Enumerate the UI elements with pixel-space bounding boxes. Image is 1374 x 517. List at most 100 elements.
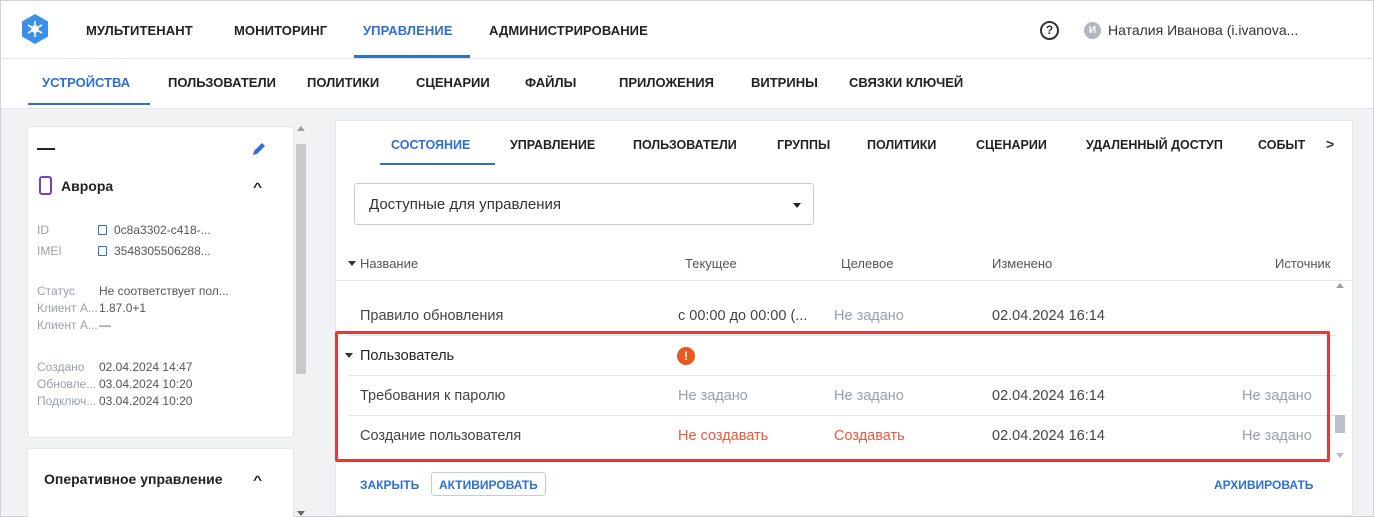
- detail-tab-management[interactable]: УПРАВЛЕНИЕ: [510, 138, 595, 152]
- row-name: Требования к паролю: [360, 388, 506, 404]
- table-scrollbar-thumb[interactable]: [1335, 415, 1345, 433]
- row-target: Создавать: [834, 428, 905, 444]
- info-value-status: Не соответствует пол...: [99, 284, 229, 298]
- device-info-card: Аврора ^ ID 0c8a3302-c418-... IMEI 35483…: [27, 126, 294, 438]
- collapse-operational-chevron-up-icon[interactable]: ^: [253, 473, 262, 487]
- filter-select-value: Доступные для управления: [369, 196, 562, 213]
- alert-icon: !: [677, 347, 695, 365]
- scroll-down-arrow-icon[interactable]: [297, 511, 305, 516]
- sub-tab-showcases[interactable]: ВИТРИНЫ: [751, 75, 818, 90]
- edit-pencil-icon[interactable]: [250, 140, 268, 158]
- sub-tab-active-indicator: [28, 103, 150, 105]
- top-tab-administration[interactable]: АДМИНИСТРИРОВАНИЕ: [489, 23, 648, 38]
- detail-tab-policies[interactable]: ПОЛИТИКИ: [867, 138, 936, 152]
- column-header-changed[interactable]: Изменено: [992, 256, 1052, 271]
- left-scrollbar-thumb[interactable]: [296, 144, 306, 374]
- archive-button[interactable]: АРХИВИРОВАТЬ: [1214, 478, 1313, 492]
- table-row[interactable]: Правило обновления с 00:00 до 00:00 (...…: [336, 296, 1336, 336]
- sub-tab-applications[interactable]: ПРИЛОЖЕНИЯ: [619, 75, 714, 90]
- info-key-client-extra: Клиент А...: [37, 318, 98, 332]
- close-button[interactable]: ЗАКРЫТЬ: [360, 478, 419, 492]
- group-expand-caret-icon[interactable]: [345, 353, 353, 358]
- detail-tab-active-indicator: [380, 163, 495, 165]
- detail-tab-events[interactable]: СОБЫТ: [1258, 138, 1305, 152]
- dropdown-caret-icon: [793, 203, 801, 208]
- row-source: Не задано: [1242, 428, 1312, 444]
- row-source: Не задано: [1242, 388, 1312, 404]
- operational-management-card[interactable]: Оперативное управление ^: [27, 448, 294, 517]
- sub-tab-devices[interactable]: УСТРОЙСТВА: [42, 75, 130, 90]
- info-value-client-extra: —: [99, 318, 111, 332]
- row-changed: 02.04.2024 16:14: [992, 308, 1105, 324]
- info-key-imei: IMEI: [37, 244, 62, 258]
- device-os-name: Аврора: [61, 178, 114, 194]
- detail-tab-remote-access[interactable]: УДАЛЕННЫЙ ДОСТУП: [1086, 138, 1223, 152]
- table-scroll-up-arrow-icon[interactable]: [1336, 283, 1344, 288]
- column-header-current[interactable]: Текущее: [685, 256, 737, 271]
- help-icon[interactable]: ?: [1040, 21, 1059, 40]
- detail-tab-groups[interactable]: ГРУППЫ: [777, 138, 830, 152]
- info-key-created: Создано: [37, 360, 85, 374]
- sub-tab-scenarios[interactable]: СЦЕНАРИИ: [416, 75, 490, 90]
- top-tab-monitoring[interactable]: МОНИТОРИНГ: [234, 23, 327, 38]
- operational-management-title: Оперативное управление: [44, 471, 223, 487]
- detail-tab-state[interactable]: СОСТОЯНИЕ: [391, 138, 470, 152]
- scroll-up-arrow-icon[interactable]: [297, 126, 305, 131]
- row-target: Не задано: [834, 388, 904, 404]
- table-scroll-down-arrow-icon[interactable]: [1336, 453, 1344, 458]
- left-scrollbar[interactable]: [296, 126, 306, 517]
- user-name[interactable]: Наталия Иванова (i.ivanova...: [1108, 22, 1298, 38]
- column-header-name[interactable]: Название: [360, 256, 418, 271]
- column-header-source[interactable]: Источник: [1275, 256, 1331, 271]
- table-header: Название Текущее Целевое Изменено Источн…: [336, 246, 1354, 281]
- info-value-created: 02.04.2024 14:47: [99, 360, 193, 374]
- top-tab-management[interactable]: УПРАВЛЕНИЕ: [363, 23, 453, 38]
- app-window: МУЛЬТИТЕНАНТ МОНИТОРИНГ УПРАВЛЕНИЕ АДМИН…: [0, 0, 1374, 517]
- table-row[interactable]: Создание пользователя Не создавать Созда…: [336, 416, 1336, 456]
- collapse-device-chevron-up-icon[interactable]: ^: [253, 180, 262, 194]
- group-name: Пользователь: [360, 348, 455, 364]
- copy-id-icon[interactable]: [98, 225, 107, 235]
- info-value-id: 0c8a3302-c418-...: [114, 223, 211, 237]
- activate-button[interactable]: АКТИВИРОВАТЬ: [431, 472, 546, 496]
- top-navigation-bar: МУЛЬТИТЕНАНТ МОНИТОРИНГ УПРАВЛЕНИЕ АДМИН…: [1, 1, 1373, 59]
- info-key-connected: Подключ...: [37, 394, 97, 408]
- device-phone-icon: [39, 176, 52, 195]
- table-group-row[interactable]: Пользователь !: [336, 336, 1336, 376]
- row-current: с 00:00 до 00:00 (...: [678, 308, 808, 324]
- row-changed: 02.04.2024 16:14: [992, 428, 1105, 444]
- info-key-id: ID: [37, 223, 49, 237]
- filter-select[interactable]: Доступные для управления: [354, 183, 814, 225]
- sub-tab-keychains[interactable]: СВЯЗКИ КЛЮЧЕЙ: [849, 75, 963, 90]
- info-key-status: Статус: [37, 284, 75, 298]
- device-title: [37, 148, 55, 150]
- sub-tab-users[interactable]: ПОЛЬЗОВАТЕЛИ: [168, 75, 276, 90]
- top-tab-active-indicator: [354, 55, 470, 58]
- user-avatar[interactable]: И: [1084, 22, 1101, 39]
- section-navigation-bar: УСТРОЙСТВА ПОЛЬЗОВАТЕЛИ ПОЛИТИКИ СЦЕНАРИ…: [1, 59, 1373, 109]
- row-current: Не задано: [678, 388, 748, 404]
- sort-caret-icon[interactable]: [348, 261, 356, 266]
- app-logo: [22, 14, 48, 44]
- copy-imei-icon[interactable]: [98, 246, 107, 256]
- row-changed: 02.04.2024 16:14: [992, 388, 1105, 404]
- column-header-target[interactable]: Целевое: [841, 256, 893, 271]
- sub-tab-files[interactable]: ФАЙЛЫ: [525, 75, 576, 90]
- sub-tab-policies[interactable]: ПОЛИТИКИ: [307, 75, 379, 90]
- info-key-client-version: Клиент А...: [37, 301, 98, 315]
- info-value-imei: 3548305506288...: [114, 244, 211, 258]
- info-value-client-version: 1.87.0+1: [99, 301, 147, 315]
- row-current: Не создавать: [678, 428, 769, 444]
- info-value-updated: 03.04.2024 10:20: [99, 377, 193, 391]
- detail-tab-scenarios[interactable]: СЦЕНАРИИ: [976, 138, 1047, 152]
- row-target: Не задано: [834, 308, 904, 324]
- tabs-next-chevron-icon[interactable]: >: [1326, 136, 1334, 152]
- top-tab-multitenant[interactable]: МУЛЬТИТЕНАНТ: [86, 23, 193, 38]
- table-row[interactable]: Требования к паролю Не задано Не задано …: [336, 376, 1336, 416]
- table-scrollbar[interactable]: [1335, 281, 1345, 461]
- row-name: Создание пользователя: [360, 428, 522, 444]
- device-detail-panel: СОСТОЯНИЕ УПРАВЛЕНИЕ ПОЛЬЗОВАТЕЛИ ГРУППЫ…: [335, 120, 1354, 516]
- row-name: Правило обновления: [360, 308, 504, 324]
- info-key-updated: Обновле...: [37, 377, 97, 391]
- detail-tab-users[interactable]: ПОЛЬЗОВАТЕЛИ: [633, 138, 737, 152]
